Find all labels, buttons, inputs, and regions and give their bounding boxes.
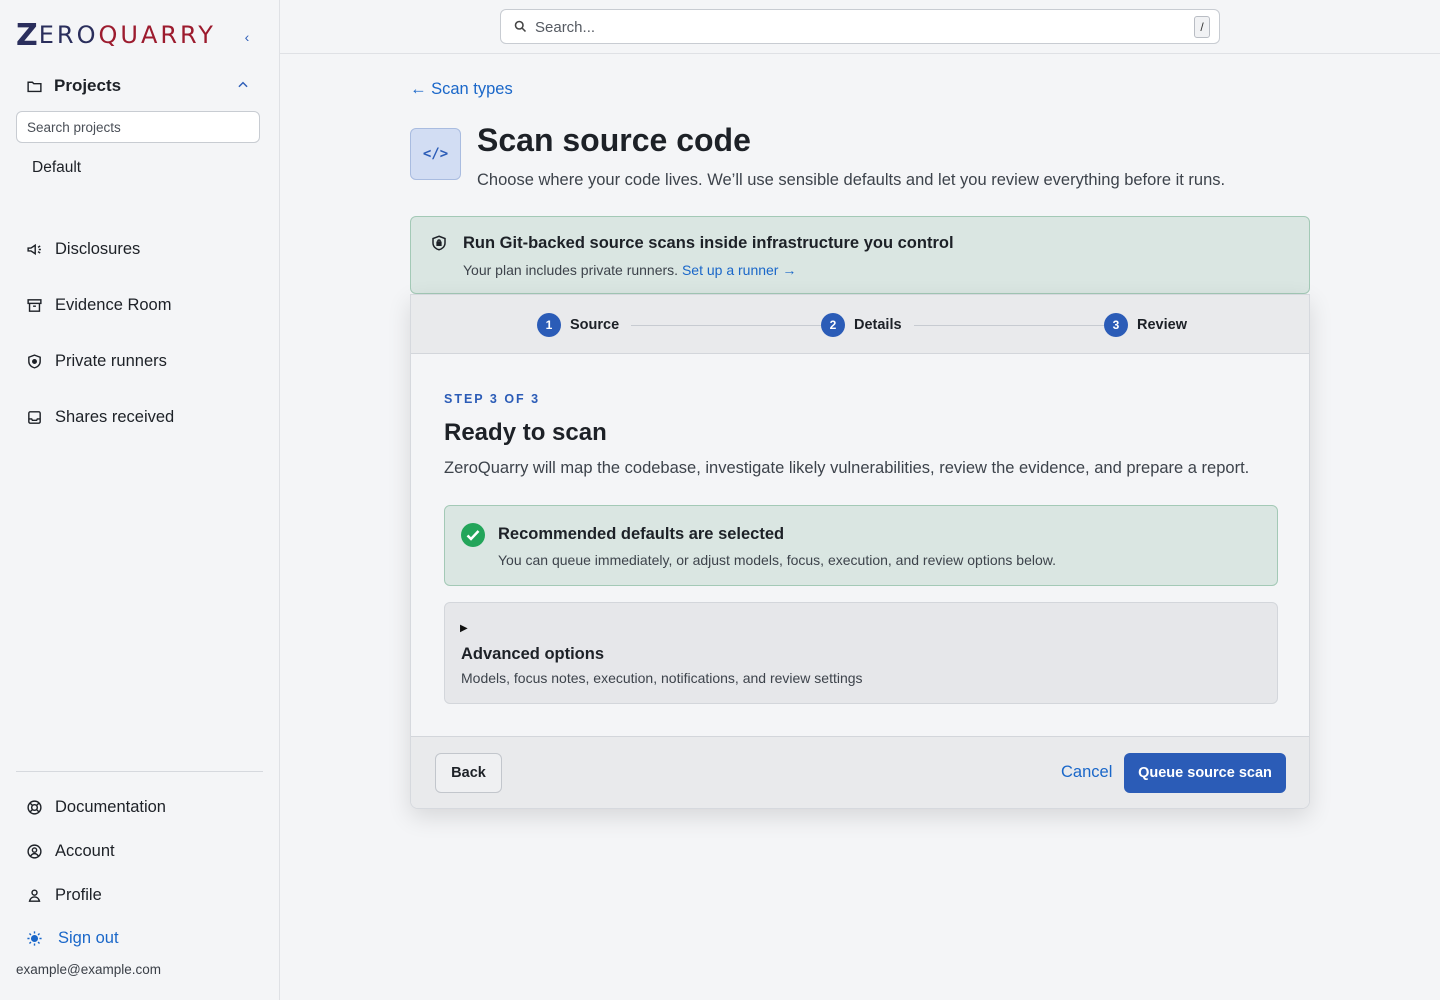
collapse-sidebar-icon[interactable]: ‹ (240, 28, 254, 46)
sidebar-item-evidence-room[interactable]: Evidence Room (26, 293, 266, 317)
sidebar-item-disclosures[interactable]: Disclosures (26, 237, 266, 261)
chevron-up-icon[interactable] (236, 78, 250, 92)
sidebar-item-label: Private runners (55, 351, 167, 370)
step-source[interactable]: 1 Source (537, 313, 619, 337)
sidebar-divider (16, 771, 263, 772)
step-label: Review (1137, 317, 1187, 333)
banner-text: Your plan includes private runners. Set … (463, 262, 797, 278)
sidebar-item-label: Disclosures (55, 239, 141, 258)
sidebar-item-account[interactable]: Account (26, 839, 266, 863)
top-bar: / (280, 0, 1440, 54)
sidebar-item-profile[interactable]: Profile (26, 883, 266, 907)
user-icon (28, 888, 41, 902)
banner-title: Run Git-backed source scans inside infra… (463, 234, 954, 252)
step-counter: STEP 3 OF 3 (444, 392, 541, 406)
shield-icon (432, 235, 446, 251)
queue-source-scan-button[interactable]: Queue source scan (1124, 753, 1286, 793)
back-button[interactable]: Back (435, 753, 502, 793)
sidebar-item-documentation[interactable]: Documentation (26, 795, 266, 819)
sidebar-item-shares-received[interactable]: Shares received (26, 405, 266, 429)
shield-icon (28, 353, 41, 369)
step-details[interactable]: 2 Details (821, 313, 902, 337)
sign-out-label[interactable]: Sign out (58, 929, 119, 948)
card-description: ZeroQuarry will map the codebase, invest… (444, 459, 1250, 477)
disclosure-triangle-icon[interactable]: ▶ (460, 623, 468, 634)
advanced-options-toggle[interactable]: ▶ Advanced options Models, focus notes, … (444, 602, 1278, 704)
card-title: Ready to scan (444, 419, 607, 446)
advanced-options-title: Advanced options (461, 645, 605, 663)
sidebar-item-label: Evidence Room (55, 295, 172, 314)
user-circle-icon (27, 843, 42, 859)
sidebar-item-private-runners[interactable]: Private runners (26, 349, 266, 373)
global-search-input[interactable] (535, 15, 1155, 39)
page-title: Scan source code (477, 122, 751, 158)
recommended-text: You can queue immediately, or adjust mod… (498, 552, 1056, 568)
search-icon (514, 20, 527, 33)
archive-icon (27, 298, 42, 312)
sidebar: ZEROQUARRY ‹ Projects Default Disclosure… (0, 0, 280, 1000)
sun-icon[interactable] (26, 930, 43, 947)
step-number: 2 (821, 313, 845, 337)
recommended-defaults-notice: Recommended defaults are selected You ca… (444, 505, 1278, 586)
sign-out-button[interactable]: Sign out (26, 926, 266, 950)
private-runners-banner: Run Git-backed source scans inside infra… (410, 216, 1310, 294)
sidebar-item-label: Documentation (55, 797, 166, 816)
step-connector (914, 325, 1104, 326)
scan-wizard-card: 1 Source 2 Details 3 Review STEP 3 OF 3 … (410, 294, 1310, 809)
recommended-title: Recommended defaults are selected (498, 525, 785, 543)
back-to-scan-types-link[interactable]: ← Scan types (410, 80, 513, 99)
set-up-runner-link[interactable]: Set up a runner → (682, 262, 796, 278)
wizard-footer: Back Cancel Queue source scan (411, 736, 1309, 808)
search-projects-input[interactable] (16, 111, 260, 143)
projects-label: Projects (54, 76, 122, 95)
step-review[interactable]: 3 Review (1104, 313, 1187, 337)
step-number: 3 (1104, 313, 1128, 337)
inbox-icon (28, 410, 41, 424)
sidebar-item-label: Account (55, 841, 115, 860)
zeroquarry-logo[interactable]: Z ERO QUARRY (16, 18, 216, 53)
projects-section-toggle[interactable]: Projects (26, 74, 256, 98)
check-circle-icon (461, 523, 485, 547)
step-label: Details (854, 317, 902, 333)
project-item-default[interactable]: Default (32, 159, 81, 177)
megaphone-icon (27, 243, 41, 255)
sidebar-item-label: Profile (55, 885, 102, 904)
global-search[interactable]: / (500, 9, 1220, 44)
step-number: 1 (537, 313, 561, 337)
advanced-options-text: Models, focus notes, execution, notifica… (461, 670, 863, 686)
cancel-button[interactable]: Cancel (1061, 763, 1112, 782)
page-subtitle: Choose where your code lives. We’ll use … (477, 171, 1226, 189)
sidebar-item-label: Shares received (55, 407, 175, 426)
wizard-stepper: 1 Source 2 Details 3 Review (411, 295, 1309, 354)
code-icon: </> (410, 128, 461, 180)
folder-icon (27, 81, 42, 92)
step-label: Source (570, 317, 620, 333)
step-connector (631, 325, 821, 326)
lifebuoy-icon (27, 799, 42, 815)
user-email: example@example.com (16, 962, 162, 977)
search-shortcut-key: / (1194, 16, 1210, 38)
